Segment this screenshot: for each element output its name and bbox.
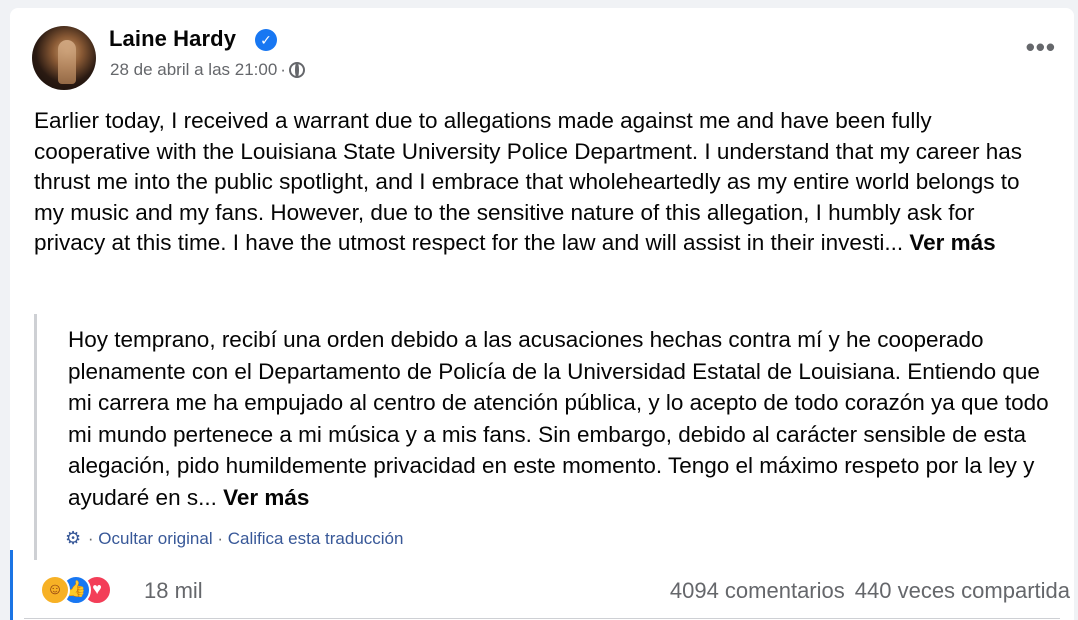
gear-icon[interactable]: ⚙: [65, 528, 81, 548]
post-body: Earlier today, I received a warrant due …: [34, 106, 1044, 259]
post-card: Laine Hardy ✓ 28 de abril a las 21:00 · •…: [10, 8, 1074, 620]
hide-original-link[interactable]: Ocultar original: [98, 529, 212, 548]
engagement-counts: 4094 comentarios 440 veces compartida: [660, 578, 1070, 604]
left-accent-bar: [10, 550, 13, 620]
reactions-count[interactable]: 18 mil: [144, 578, 203, 604]
author-name[interactable]: Laine Hardy: [109, 26, 236, 52]
shares-count[interactable]: 440 veces compartida: [855, 578, 1070, 603]
post-meta: 28 de abril a las 21:00 ·: [110, 60, 305, 80]
stats-divider: [24, 618, 1060, 619]
globe-icon[interactable]: [288, 62, 305, 78]
post-stats: ♥ 👍 ☺ 18 mil 4094 comentarios 440 veces c…: [40, 574, 1070, 610]
avatar[interactable]: [32, 26, 96, 90]
care-reaction-icon: ☺: [40, 575, 70, 605]
see-more-link[interactable]: Ver más: [909, 230, 995, 255]
translation-footer: ⚙ · Ocultar original · Califica esta tra…: [65, 528, 404, 548]
post-header: Laine Hardy ✓ 28 de abril a las 21:00 · •…: [32, 26, 1062, 90]
translation-block: Hoy temprano, recibí una orden debido a …: [34, 314, 1067, 560]
more-options-icon[interactable]: •••: [1026, 32, 1056, 63]
comments-count[interactable]: 4094 comentarios: [670, 578, 845, 603]
verified-badge-icon: ✓: [255, 29, 277, 51]
post-timestamp[interactable]: 28 de abril a las 21:00: [110, 60, 277, 79]
post-body-text: Earlier today, I received a warrant due …: [34, 108, 1023, 255]
translation-see-more-link[interactable]: Ver más: [223, 485, 309, 510]
translation-text: Hoy temprano, recibí una orden debido a …: [68, 327, 1049, 510]
translation-body: Hoy temprano, recibí una orden debido a …: [68, 324, 1063, 513]
rate-translation-link[interactable]: Califica esta traducción: [228, 529, 404, 548]
